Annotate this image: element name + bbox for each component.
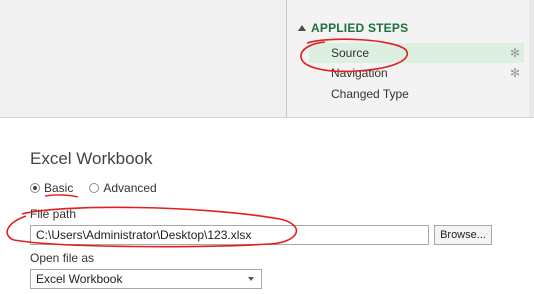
browse-button[interactable]: Browse... bbox=[434, 225, 492, 245]
step-changed-type[interactable]: Changed Type bbox=[309, 84, 524, 104]
step-label: Changed Type bbox=[331, 87, 409, 101]
step-label: Navigation bbox=[331, 66, 388, 80]
step-source[interactable]: Source ✻ bbox=[309, 43, 524, 63]
annotation-underline-basic bbox=[44, 194, 79, 198]
basic-radio[interactable] bbox=[30, 183, 40, 193]
gear-icon[interactable]: ✻ bbox=[510, 43, 520, 63]
file-path-input[interactable]: C:\Users\Administrator\Desktop\123.xlsx bbox=[30, 225, 429, 245]
advanced-radio-label[interactable]: Advanced bbox=[103, 181, 156, 195]
applied-steps-title: APPLIED STEPS bbox=[311, 21, 409, 35]
dialog-title: Excel Workbook bbox=[30, 149, 153, 168]
mode-radio-group: Basic Advanced bbox=[30, 181, 157, 195]
step-navigation[interactable]: Navigation ✻ bbox=[309, 63, 524, 83]
collapse-triangle-icon[interactable] bbox=[298, 25, 306, 31]
open-file-as-label: Open file as bbox=[30, 251, 95, 265]
file-path-label: File path bbox=[30, 207, 77, 221]
step-label: Source bbox=[331, 46, 370, 60]
open-file-as-value: Excel Workbook bbox=[36, 272, 123, 286]
open-file-as-select[interactable]: Excel Workbook bbox=[30, 269, 262, 289]
basic-radio-label[interactable]: Basic bbox=[44, 181, 73, 195]
applied-steps-header[interactable]: APPLIED STEPS bbox=[298, 21, 408, 35]
chevron-down-icon bbox=[248, 277, 254, 281]
left-panel-area bbox=[0, 0, 286, 117]
gear-icon[interactable]: ✻ bbox=[510, 63, 520, 83]
advanced-radio[interactable] bbox=[89, 183, 100, 193]
panel-divider bbox=[0, 117, 534, 118]
